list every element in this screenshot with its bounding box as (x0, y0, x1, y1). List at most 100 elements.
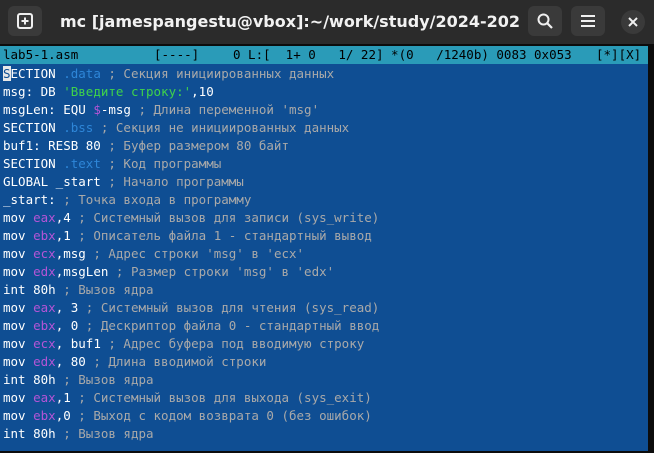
search-button[interactable] (528, 6, 562, 36)
hamburger-menu-icon (581, 15, 595, 27)
status-position: 0 L:[ 1+ 0 1/ 22] *(0 /1240b) 0083 0x053 (233, 47, 572, 62)
code-token: ; Дескриптор файла 0 - стандартный ввод (78, 318, 380, 333)
status-window-buttons[interactable]: [*][X] (596, 46, 641, 64)
code-token: SECTION (3, 156, 64, 171)
code-token: msgLen: EQU (3, 102, 94, 117)
code-token: int 80h (3, 372, 56, 387)
code-token: ; Адрес строки 'msg' в 'ecx' (85, 246, 305, 261)
code-token: ; Системный вызов для выхода (sys_exit) (70, 390, 372, 405)
code-token: ,1 (55, 390, 71, 405)
code-line: mov ebx,0 ; Выход с кодом возврата 0 (бе… (3, 407, 379, 425)
new-tab-icon (17, 13, 33, 29)
code-token: ebx (33, 318, 56, 333)
code-token: ; Буфер размером 80 байт (100, 138, 289, 153)
code-line: int 80h ; Вызов ядра (3, 371, 379, 389)
code-line: int 80h ; Вызов ядра (3, 425, 379, 443)
code-token: mov (3, 318, 34, 333)
code-token: mov (3, 336, 34, 351)
code-token: edx (33, 354, 56, 369)
code-token: ; Адрес буфера под вводимую строку (100, 336, 365, 351)
code-token: ECTION (10, 66, 64, 81)
code-token: , 0 (55, 318, 79, 333)
code-token: -msg (100, 102, 131, 117)
close-icon (628, 17, 638, 27)
code-line: mov edx, 80 ; Длина вводимой строки (3, 353, 379, 371)
code-token: ; Длина вводимой строки (85, 354, 267, 369)
code-token: mov (3, 264, 34, 279)
code-token: ecx (33, 246, 56, 261)
close-button[interactable] (621, 10, 645, 34)
code-token: ; Вызов ядра (55, 426, 154, 441)
mcedit-editor[interactable]: lab5-1.asm [----] 0 L:[ 1+ 0 1/ 22] *(0 … (0, 46, 648, 451)
window-title: mc [jamespangestu@vbox]:~/work/study/202… (60, 12, 520, 31)
code-line: mov eax, 3 ; Системный вызов для чтения … (3, 299, 379, 317)
code-token: mov (3, 390, 34, 405)
terminal-area[interactable]: lab5-1.asm [----] 0 L:[ 1+ 0 1/ 22] *(0 … (0, 44, 654, 453)
code-token: ; Код программы (100, 156, 222, 171)
code-line: msg: DB 'Введите строку:',10 (3, 83, 379, 101)
code-line: mov ebx, 0 ; Дескриптор файла 0 - станда… (3, 317, 379, 335)
code-token: ; Точка входа в программу (55, 192, 252, 207)
code-token: mov (3, 246, 34, 261)
code-line: buf1: RESB 80 ; Буфер размером 80 байт (3, 137, 379, 155)
code-line: SECTION .data ; Секция инициированных да… (3, 65, 379, 83)
code-token: ebx (33, 408, 56, 423)
code-token: 'Введите строку:' (63, 84, 192, 99)
code-token: int 80h (3, 282, 56, 297)
search-icon (537, 13, 553, 29)
text-cursor: S (3, 66, 11, 81)
code-token: ,msg (55, 246, 86, 261)
code-line: msgLen: EQU $-msg ; Длина переменной 'ms… (3, 101, 379, 119)
title-bar: mc [jamespangestu@vbox]:~/work/study/202… (0, 0, 654, 44)
code-token: .bss (63, 120, 94, 135)
code-token: eax (33, 210, 56, 225)
code-token: ; Описатель файла 1 - стандартный вывод (70, 228, 372, 243)
code-text-area[interactable]: SECTION .data ; Секция инициированных да… (3, 65, 379, 443)
code-line: mov ecx,msg ; Адрес строки 'msg' в 'ecx' (3, 245, 379, 263)
code-token: ; Размер строки 'msg' в 'edx' (108, 264, 335, 279)
code-token: mov (3, 354, 34, 369)
code-token: ; Длина переменной 'msg' (130, 102, 320, 117)
code-token: ; Вызов ядра (55, 372, 154, 387)
code-token: msg: DB (3, 84, 64, 99)
menu-button[interactable] (571, 6, 605, 36)
code-token: int 80h (3, 426, 56, 441)
terminal-edge (648, 46, 654, 451)
code-token: mov (3, 300, 34, 315)
code-token: , 80 (55, 354, 86, 369)
code-line: _start: ; Точка входа в программу (3, 191, 379, 209)
code-token: ,4 (55, 210, 71, 225)
code-line: SECTION .text ; Код программы (3, 155, 379, 173)
code-token: ; Системный вызов для чтения (sys_read) (78, 300, 380, 315)
code-token: ; Секция инициированных данных (100, 66, 335, 81)
code-token: ; Начало программы (100, 174, 244, 189)
code-line: mov eax,4 ; Системный вызов для записи (… (3, 209, 379, 227)
status-filename: lab5-1.asm (3, 47, 79, 62)
code-token: .data (63, 66, 101, 81)
code-token: mov (3, 210, 34, 225)
code-token: , 3 (55, 300, 79, 315)
code-token: $ (93, 102, 101, 117)
editor-status-bar: lab5-1.asm [----] 0 L:[ 1+ 0 1/ 22] *(0 … (0, 46, 648, 64)
code-token: ecx (33, 336, 56, 351)
code-token: eax (33, 390, 56, 405)
code-token: ; Системный вызов для записи (sys_write) (70, 210, 380, 225)
code-token: eax (33, 300, 56, 315)
code-token: mov (3, 408, 34, 423)
code-token: ,1 (55, 228, 71, 243)
new-tab-button[interactable] (8, 6, 42, 36)
status-flags: [----] (154, 47, 200, 62)
code-token: .text (63, 156, 101, 171)
code-token: edx (33, 264, 56, 279)
code-token: ebx (33, 228, 56, 243)
code-token: ; Вызов ядра (55, 282, 154, 297)
code-line: mov ecx, buf1 ; Адрес буфера под вводиму… (3, 335, 379, 353)
code-token: ; Выход с кодом возврата 0 (без ошибок) (70, 408, 372, 423)
code-token: SECTION (3, 120, 64, 135)
code-token: , buf1 (55, 336, 101, 351)
code-line: int 80h ; Вызов ядра (3, 281, 379, 299)
code-line: GLOBAL _start ; Начало программы (3, 173, 379, 191)
code-token: mov (3, 228, 34, 243)
code-token: ,msgLen (55, 264, 109, 279)
code-token: ; Секция не инициированных данных (93, 120, 350, 135)
